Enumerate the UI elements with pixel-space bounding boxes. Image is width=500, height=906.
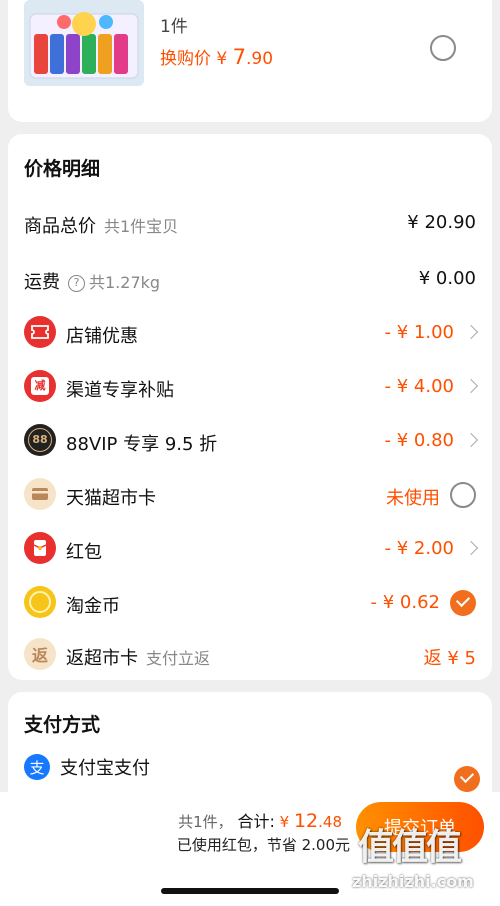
gold-coin-checkbox[interactable] <box>450 590 476 616</box>
return-card-icon: 返 <box>24 638 56 670</box>
row-sub: 支付立返 <box>146 649 211 668</box>
total-line: 共1件， 合计: ¥ 12.48 <box>178 808 342 832</box>
total-label: 合计: <box>237 812 275 831</box>
row-value: 返 ¥ 5 <box>423 648 476 669</box>
chevron-right-icon <box>463 540 479 556</box>
row-label: 红包 <box>66 542 102 563</box>
payment-title: 支付方式 <box>24 714 101 736</box>
product-image <box>24 0 144 86</box>
row-shipping: 运费? 共1.27kg ¥ 0.00 <box>8 260 492 300</box>
swap-price-int: 7 <box>232 45 247 69</box>
row-label: 淘金币 <box>66 596 120 617</box>
vip-88-icon: 88 <box>24 424 56 456</box>
subsidy-icon: 减 <box>24 370 56 402</box>
home-indicator <box>161 888 339 894</box>
row-label: 88VIP 专享 9.5 折 <box>66 434 218 455</box>
row-label: 渠道专享补贴 <box>66 380 174 401</box>
gold-coin-icon <box>24 586 56 618</box>
product-thumbnail[interactable] <box>24 0 144 86</box>
row-value: - ¥ 2.00 <box>384 538 454 559</box>
row-return-card: 返 返超市卡 支付立返 返 ¥ 5 <box>8 636 492 676</box>
row-sub: 共1件宝贝 <box>104 217 179 236</box>
swap-price: 换购价 ¥ 7.90 <box>160 44 273 69</box>
alipay-checkbox[interactable] <box>454 766 480 792</box>
row-label: 商品总价 共1件宝贝 <box>24 216 179 237</box>
row-label: 店铺优惠 <box>66 326 138 347</box>
row-label: 运费? 共1.27kg <box>24 272 161 293</box>
price-detail-title: 价格明细 <box>24 158 101 180</box>
swap-price-label: 换购价 <box>160 49 211 69</box>
row-value: ¥ 20.90 <box>407 212 476 233</box>
row-channel-subsidy[interactable]: 减 渠道专享补贴 - ¥ 4.00 <box>8 368 492 408</box>
row-value: - ¥ 0.62 <box>370 592 440 613</box>
swap-price-currency: ¥ <box>216 49 228 69</box>
row-label: 天猫超市卡 <box>66 488 156 509</box>
alipay-label[interactable]: 支付宝支付 <box>60 754 150 780</box>
row-red-packet[interactable]: 红包 - ¥ 2.00 <box>8 530 492 570</box>
row-goods-total: 商品总价 共1件宝贝 ¥ 20.90 <box>8 204 492 244</box>
alipay-icon: 支 <box>24 754 50 780</box>
ticket-icon <box>24 316 56 348</box>
red-packet-icon <box>24 532 56 564</box>
card-icon <box>24 478 56 510</box>
row-value: - ¥ 1.00 <box>384 322 454 343</box>
swap-select-radio[interactable] <box>430 35 456 61</box>
help-icon[interactable]: ? <box>68 275 85 292</box>
row-gold-coin[interactable]: 淘金币 - ¥ 0.62 <box>8 584 492 624</box>
row-tmall-card[interactable]: 天猫超市卡 未使用 <box>8 476 492 516</box>
row-value: 未使用 <box>386 488 440 509</box>
total-amount: ¥ 12.48 <box>279 810 342 832</box>
submit-order-button[interactable]: 提交订单 <box>356 802 484 852</box>
chevron-right-icon <box>463 378 479 394</box>
product-card: 1件 换购价 ¥ 7.90 <box>8 0 492 122</box>
item-count: 共1件， <box>178 813 233 831</box>
row-sub: 共1.27kg <box>89 273 161 292</box>
chevron-right-icon <box>463 324 479 340</box>
row-value: ¥ 0.00 <box>418 268 476 289</box>
swap-price-dec: .90 <box>246 49 274 69</box>
row-88vip[interactable]: 88 88VIP 专享 9.5 折 - ¥ 0.80 <box>8 422 492 462</box>
saved-text: 已使用红包，节省 2.00元 <box>176 836 350 854</box>
row-value: - ¥ 4.00 <box>384 376 454 397</box>
chevron-right-icon <box>463 432 479 448</box>
price-detail-card: 价格明细 商品总价 共1件宝贝 ¥ 20.90 运费? 共1.27kg ¥ 0.00… <box>8 134 492 680</box>
product-quantity: 1件 <box>160 17 188 37</box>
tmall-card-radio[interactable] <box>450 482 476 508</box>
row-label: 返超市卡 支付立返 <box>66 648 211 669</box>
row-store-discount[interactable]: 店铺优惠 - ¥ 1.00 <box>8 314 492 354</box>
row-value: - ¥ 0.80 <box>384 430 454 451</box>
